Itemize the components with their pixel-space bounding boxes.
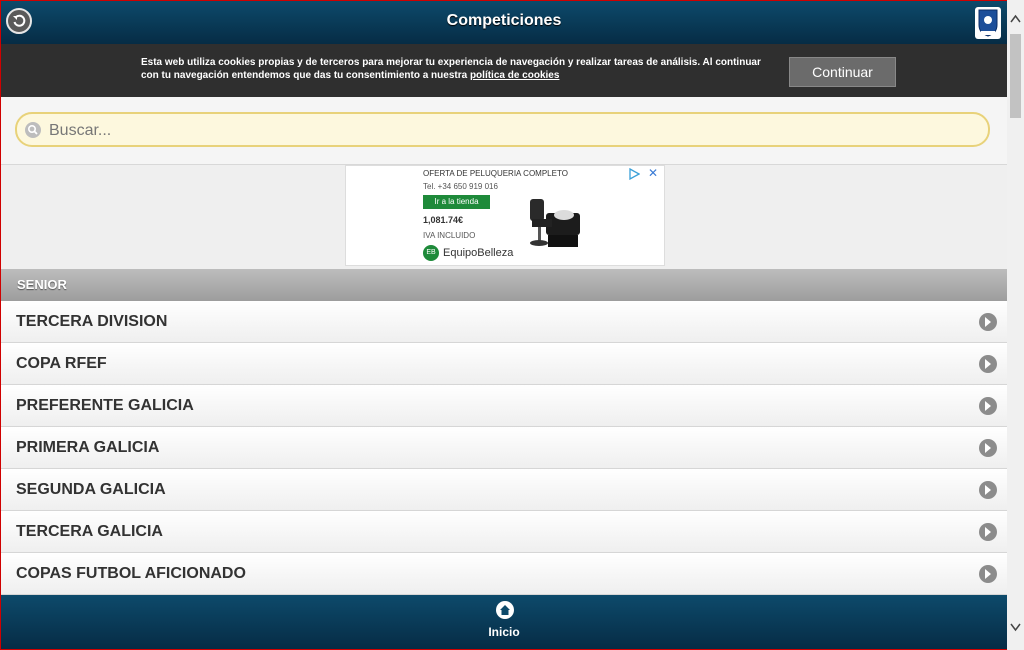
ad-tax: IVA INCLUIDO — [423, 231, 476, 240]
footer-nav: Inicio — [1, 595, 1007, 649]
list-item[interactable]: COPA RFEF — [1, 343, 1007, 385]
ad-brand-logo: EB — [423, 245, 439, 261]
chevron-right-icon — [979, 397, 997, 415]
list-item[interactable]: PREFERENTE GALICIA — [1, 385, 1007, 427]
cookie-banner: Esta web utiliza cookies propias y de te… — [1, 44, 1007, 97]
list-item[interactable]: TERCERA DIVISION — [1, 301, 1007, 343]
search-area — [1, 97, 1007, 165]
ad-headline: OFERTA DE PELUQUERIA COMPLETO — [423, 169, 568, 178]
ad-area: OFERTA DE PELUQUERIA COMPLETO Tel. +34 6… — [1, 165, 1007, 269]
back-icon[interactable] — [6, 8, 32, 34]
ad-phone: Tel. +34 650 919 016 — [423, 182, 498, 191]
page-title: Competiciones — [446, 12, 562, 29]
ad-brand: EB EquipoBelleza — [423, 245, 513, 261]
list-item-label: COPA RFEF — [16, 355, 107, 372]
chevron-right-icon — [979, 313, 997, 331]
list-item-label: COPAS FUTBOL AFICIONADO — [16, 565, 246, 582]
scrollbar-thumb[interactable] — [1010, 34, 1021, 118]
header-bar: Competiciones — [1, 1, 1007, 44]
app-frame: Competiciones Esta web utiliza cookies p… — [0, 0, 1008, 650]
list-item[interactable]: TERCERA GALICIA — [1, 511, 1007, 553]
cookie-text: Esta web utiliza cookies propias y de te… — [141, 56, 781, 82]
chevron-right-icon — [979, 481, 997, 499]
ad-shop-button[interactable]: Ir a la tienda — [423, 195, 490, 209]
home-icon[interactable] — [496, 601, 514, 619]
list-item-label: SEGUNDA GALICIA — [16, 481, 166, 498]
chevron-right-icon — [979, 523, 997, 541]
list-item[interactable]: COPAS FUTBOL AFICIONADO — [1, 553, 1007, 595]
scroll-up-icon[interactable] — [1010, 14, 1021, 24]
list-item-label: PRIMERA GALICIA — [16, 439, 160, 456]
close-icon[interactable]: ✕ — [648, 166, 658, 180]
rfgf-logo — [975, 7, 1001, 39]
adchoices-icon[interactable] — [628, 168, 640, 180]
cookie-policy-link[interactable]: política de cookies — [470, 70, 559, 81]
scrollbar[interactable] — [1007, 0, 1024, 650]
chevron-right-icon — [979, 439, 997, 457]
list-item-label: TERCERA GALICIA — [16, 523, 163, 540]
cookie-message: Esta web utiliza cookies propias y de te… — [141, 57, 761, 81]
search-icon — [25, 122, 41, 138]
search-box — [15, 112, 990, 147]
ad-price: 1,081.74€ — [423, 215, 464, 225]
home-link[interactable]: Inicio — [1, 625, 1007, 639]
ad-banner[interactable]: OFERTA DE PELUQUERIA COMPLETO Tel. +34 6… — [345, 165, 665, 266]
chevron-right-icon — [979, 565, 997, 583]
list-item-label: TERCERA DIVISION — [16, 313, 168, 330]
list-item-label: PREFERENTE GALICIA — [16, 397, 194, 414]
ad-brand-name: EquipoBelleza — [443, 246, 514, 259]
search-input[interactable] — [47, 114, 981, 147]
salon-chair-image — [530, 199, 580, 247]
competition-list: TERCERA DIVISION COPA RFEF PREFERENTE GA… — [1, 301, 1007, 595]
scroll-down-icon[interactable] — [1010, 622, 1021, 632]
chevron-right-icon — [979, 355, 997, 373]
continue-button[interactable]: Continuar — [789, 57, 896, 87]
list-item[interactable]: PRIMERA GALICIA — [1, 427, 1007, 469]
list-item[interactable]: SEGUNDA GALICIA — [1, 469, 1007, 511]
section-header-senior: SENIOR — [1, 269, 1007, 301]
